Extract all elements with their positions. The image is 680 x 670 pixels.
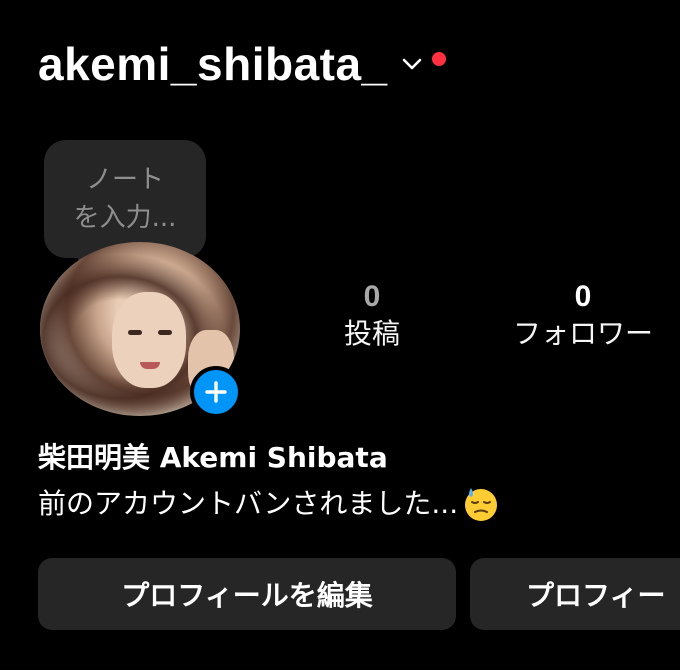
downcast-face-with-sweat-icon: [465, 488, 498, 521]
plus-icon: [205, 381, 227, 403]
followers-count: 0: [574, 280, 592, 313]
username[interactable]: akemi_shibata_: [38, 38, 388, 90]
notification-dot: [431, 52, 446, 66]
add-story-button[interactable]: [190, 366, 242, 418]
share-profile-button[interactable]: プロフィー: [470, 558, 680, 630]
note-placeholder-line-1: ノート: [85, 165, 164, 195]
note-input-bubble[interactable]: ノート を入力...: [44, 140, 206, 258]
note-placeholder-line-2: を入力...: [73, 203, 177, 233]
display-name: 柴田明美 Akemi Shibata: [38, 441, 388, 474]
followers-label: フォロワー: [512, 317, 653, 350]
edit-profile-button[interactable]: プロフィールを編集: [38, 558, 456, 630]
posts-label: 投稿: [343, 317, 400, 350]
posts-count: 0: [363, 280, 381, 313]
followers-stat[interactable]: 0 フォロワー: [500, 280, 666, 354]
bio-text: 前のアカウントバンされました...: [38, 487, 459, 520]
chevron-down-icon[interactable]: [402, 57, 422, 71]
bio: 前のアカウントバンされました...: [38, 484, 500, 524]
username-switcher[interactable]: akemi_shibata_: [38, 38, 446, 90]
posts-stat[interactable]: 0 投稿: [332, 280, 412, 354]
